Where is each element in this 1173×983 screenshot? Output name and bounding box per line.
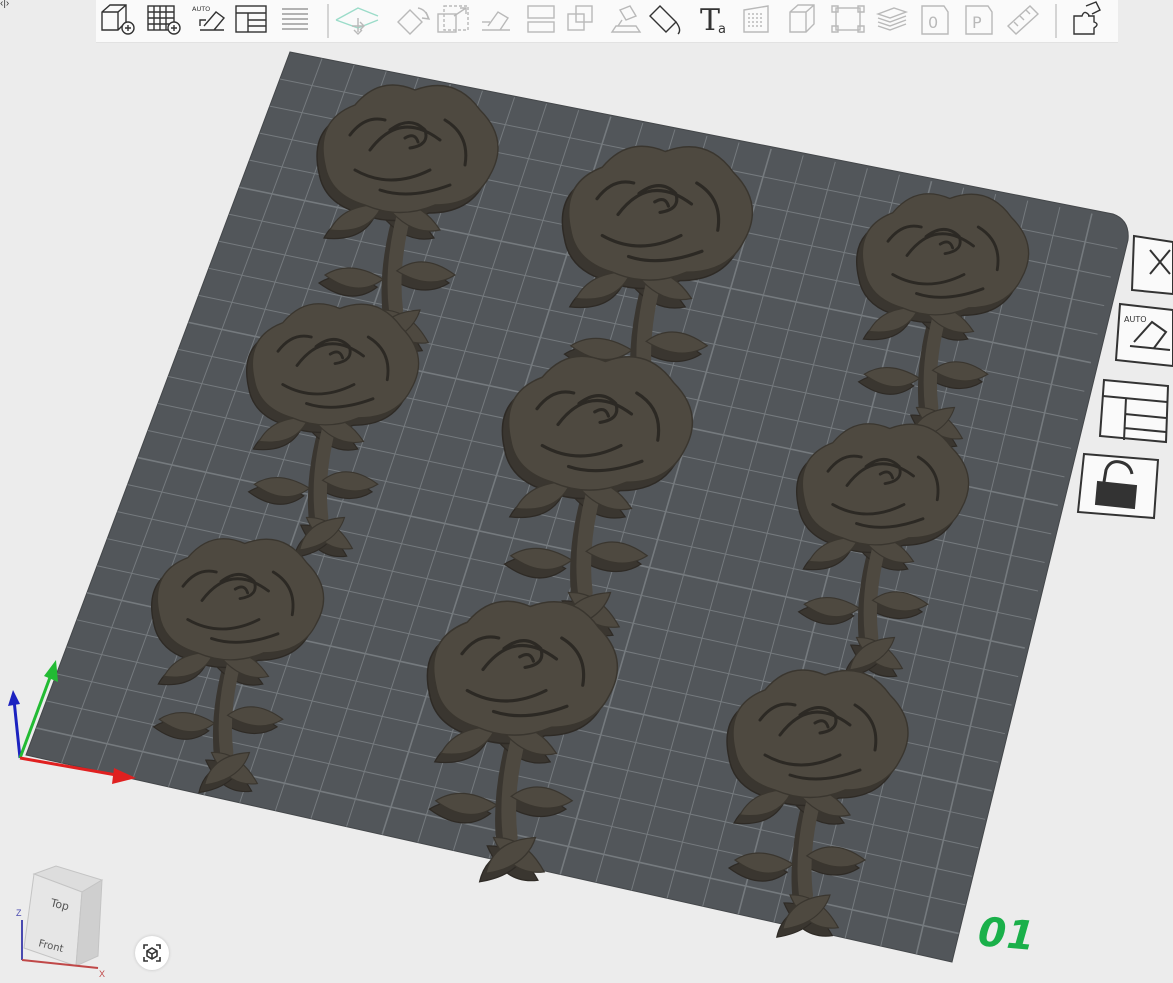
axis-y-arrow xyxy=(44,660,58,682)
plate-side-toolbar: AUTO xyxy=(1074,230,1173,530)
auto-label: AUTO xyxy=(1124,315,1147,324)
camera-fit-button[interactable] xyxy=(135,936,169,970)
axis-z-label: Z xyxy=(16,908,22,918)
axis-x-label: X xyxy=(99,969,105,978)
fit-view-icon xyxy=(143,944,161,962)
plate-number-label[interactable]: 01 xyxy=(976,909,1044,962)
auto-orient-icon[interactable] xyxy=(1114,302,1173,368)
close-icon[interactable] xyxy=(1130,234,1173,296)
axis-z-arrow xyxy=(8,690,20,706)
arrange-layout-icon[interactable] xyxy=(1098,378,1170,444)
view-cube[interactable]: Top Front Z X xyxy=(10,862,120,979)
lock-open-icon[interactable] xyxy=(1076,452,1160,520)
axis-z-line xyxy=(12,699,22,759)
build-plate-viewport[interactable] xyxy=(0,0,1173,981)
